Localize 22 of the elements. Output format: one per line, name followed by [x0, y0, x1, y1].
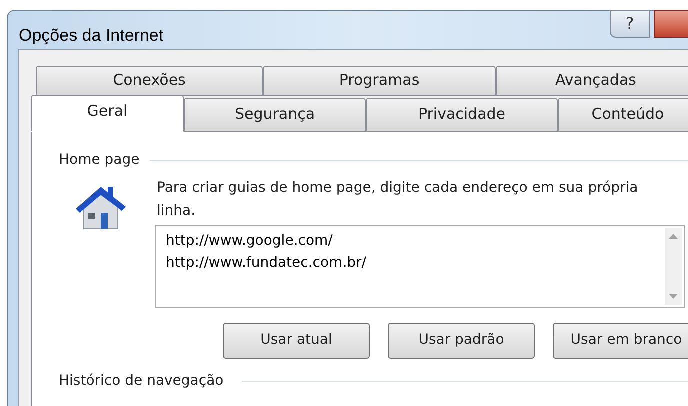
- address-line: http://www.fundatec.com.br/: [166, 254, 368, 272]
- tab[interactable]: Conteúdo: [558, 98, 688, 132]
- address-line: http://www.google.com/: [166, 232, 334, 250]
- close-button[interactable]: [654, 10, 688, 38]
- scroll-down-icon[interactable]: [669, 294, 678, 298]
- tab[interactable]: Segurança: [184, 98, 366, 132]
- scrollbar[interactable]: [665, 228, 682, 304]
- action-button[interactable]: Usar atual: [223, 322, 370, 358]
- tab[interactable]: Conexões: [36, 66, 263, 96]
- tab[interactable]: Programas: [263, 66, 496, 96]
- action-button[interactable]: Usar em branco: [553, 322, 688, 358]
- group-heading: Histórico de navegação: [59, 372, 224, 390]
- tab[interactable]: Privacidade: [366, 98, 558, 132]
- window-title: Opções da Internet: [19, 25, 164, 47]
- instruction-text: Para criar guias de home page, digite cada endereço em sua própria linha.: [156, 178, 640, 220]
- addresses-field[interactable]: http://www.google.com/ http://www.fundatec.com.br/: [155, 224, 685, 308]
- help-button[interactable]: ?: [610, 10, 650, 38]
- action-button[interactable]: Usar padrão: [388, 322, 535, 358]
- tab[interactable]: Avançadas: [496, 66, 688, 96]
- scroll-up-icon[interactable]: [669, 234, 678, 238]
- tab[interactable]: Geral: [31, 94, 184, 132]
- group-heading: Home page: [59, 150, 140, 170]
